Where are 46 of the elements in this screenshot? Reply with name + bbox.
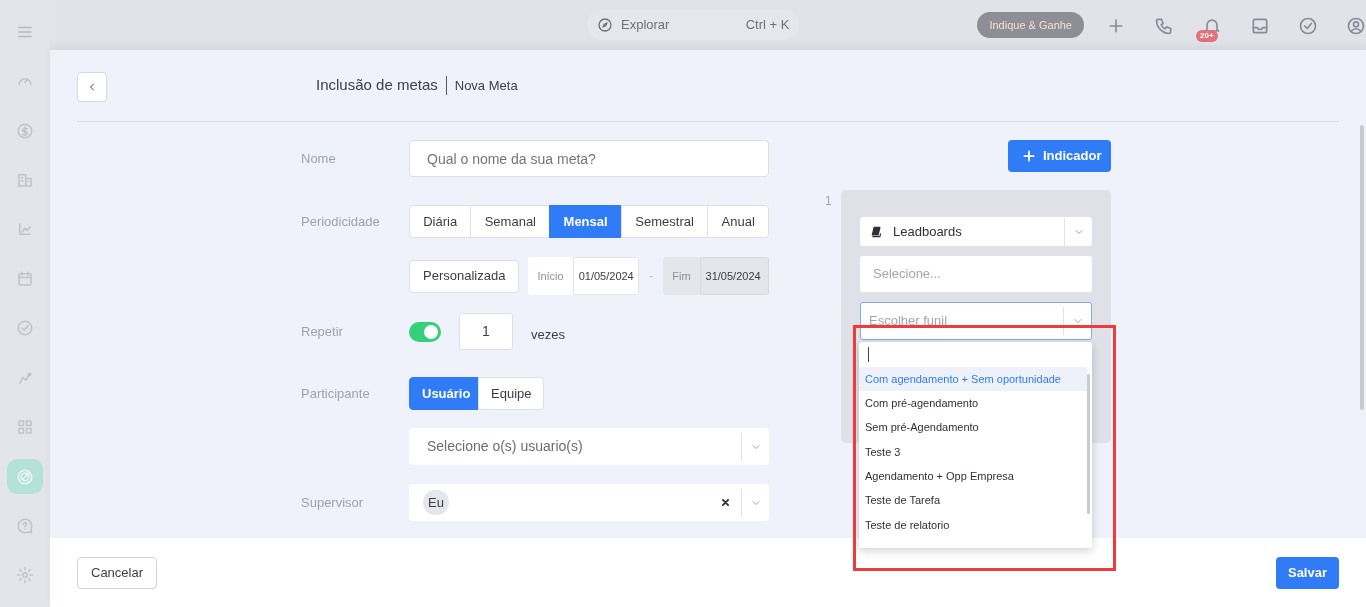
period-tab[interactable]: Anual <box>707 205 769 238</box>
plus-icon <box>1022 149 1036 163</box>
field-label: Repetir <box>301 322 344 341</box>
dollar-circle-icon <box>16 121 34 140</box>
repeat-suffix: vezes <box>531 325 565 344</box>
participant-tab[interactable]: Usuário <box>409 377 479 410</box>
field-label: Participante <box>301 384 371 403</box>
custom-period-button[interactable]: Personalizada <box>409 259 520 293</box>
modal-title: Inclusão de metas <box>316 75 438 96</box>
search-placeholder: Explorar <box>621 16 671 35</box>
period-tab[interactable]: Semanal <box>470 205 551 238</box>
name-input[interactable]: Qual o nome da sua meta? <box>409 140 769 177</box>
question-bubble-icon <box>16 516 34 535</box>
cancel-button[interactable]: Cancelar <box>77 556 158 589</box>
widgets-icon <box>16 418 34 437</box>
add-indicator-button[interactable]: Indicador <box>1008 140 1111 172</box>
check-circle-icon <box>16 319 34 338</box>
search-field[interactable]: Explorar Ctrl + K <box>587 10 800 40</box>
repeat-toggle[interactable] <box>409 321 441 342</box>
date-separator: - <box>648 267 654 286</box>
dropdown-option[interactable]: Com agendamento + Sem oportunidade <box>859 367 1087 392</box>
user-circle-icon <box>1346 15 1366 36</box>
notification-badge: 20+ <box>1196 30 1218 42</box>
calendar-icon <box>16 269 34 288</box>
indicator-number: 1 <box>825 193 832 210</box>
source-select[interactable]: Leadboards <box>860 217 1092 246</box>
selected-chip: Eu <box>423 489 449 516</box>
period-tab[interactable]: Diária <box>409 205 472 238</box>
modal-subtitle: Nova Meta <box>445 75 518 96</box>
supervisor-select[interactable]: Eu <box>409 484 769 521</box>
field-label: Supervisor <box>301 493 365 512</box>
repeat-count-input[interactable]: 1 <box>459 313 513 350</box>
field-label: Nome <box>301 149 337 168</box>
save-button[interactable]: Salvar <box>1276 556 1339 589</box>
field-label: Periodicidade <box>301 212 381 231</box>
period-tab[interactable]: Semestral <box>620 205 709 238</box>
compass-icon <box>597 17 613 33</box>
book-icon <box>870 224 884 239</box>
shortcut-hint: Ctrl + K <box>745 16 790 35</box>
users-select[interactable]: Selecione o(s) usuario(s) <box>409 428 769 465</box>
check-circle-icon <box>1298 15 1318 36</box>
participant-tab[interactable]: Equipe <box>478 377 544 410</box>
period-tab[interactable]: Mensal <box>549 205 622 238</box>
sidebar-item[interactable] <box>7 458 43 495</box>
clear-icon <box>721 498 730 507</box>
back-button[interactable] <box>77 72 107 102</box>
